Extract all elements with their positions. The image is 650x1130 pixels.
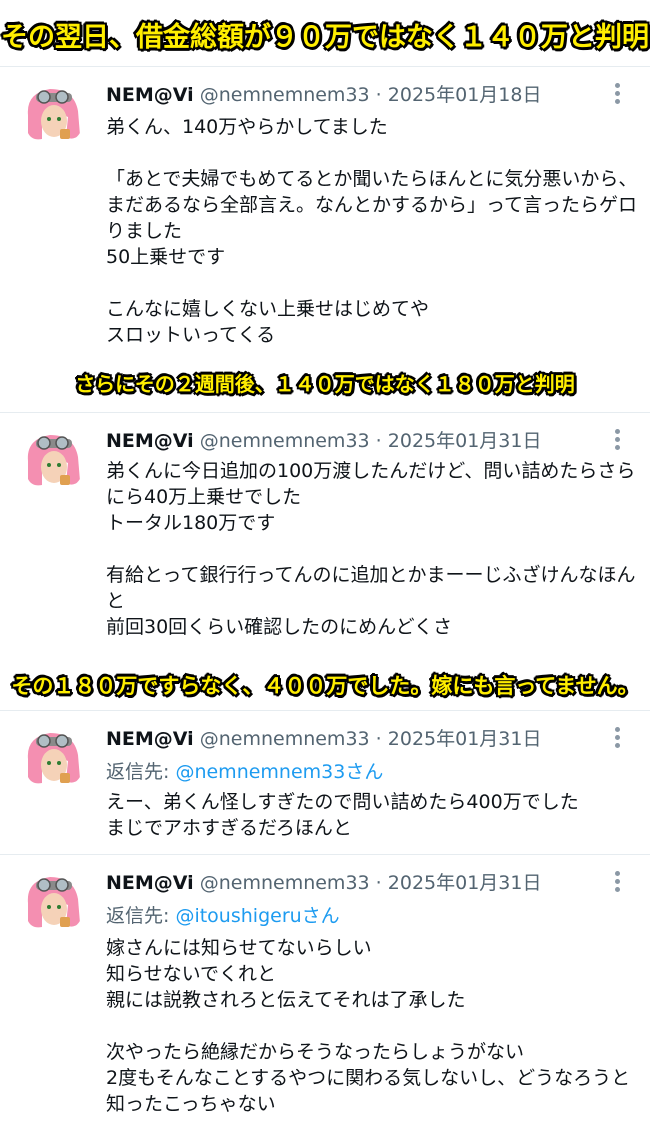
separator-dot: ·: [375, 430, 382, 452]
avatar-icon: [20, 427, 86, 493]
avatar-icon: [20, 81, 86, 147]
tweet-line: [106, 140, 626, 166]
tweet-line: 知らせないでくれと: [106, 963, 277, 985]
author-handle[interactable]: @nemnemnem33: [200, 84, 370, 106]
tweet-line: [106, 536, 626, 562]
more-dots-vertical-icon[interactable]: [614, 871, 620, 895]
tweet-line: と: [106, 590, 126, 612]
reply-to: 返信先: @nemnemnem33さん: [106, 759, 383, 785]
separator-dot: ·: [375, 728, 382, 750]
tweet-line: 知ったこっちゃない: [106, 1093, 276, 1115]
tweet-date[interactable]: 2025年01月31日: [388, 872, 542, 894]
tweet-line: スロットいってくる: [106, 324, 276, 346]
caption-1: その翌日、借金総額が９０万ではなく１４０万と判明: [1, 22, 649, 53]
reply-to: 返信先: @itoushigeruさん: [106, 903, 340, 929]
avatar[interactable]: [20, 869, 86, 935]
tweet-2[interactable]: NEM@Vi @nemnemnem33 · 2025年01月31日 弟くんに今日…: [0, 412, 650, 660]
tweet-line: 弟くんに今日追加の100万渡したんだけど、問い詰めたらさら: [106, 460, 636, 482]
caption-3: その１８０万ですらなく、４００万でした。嫁にも言ってません。: [11, 674, 639, 698]
separator-dot: ·: [375, 84, 382, 106]
tweet-text: 嫁さんには知らせてないらしい 知らせないでくれと 親には説教されろと伝えてそれは…: [106, 935, 631, 1117]
tweet-date[interactable]: 2025年01月31日: [388, 430, 542, 452]
author-name[interactable]: NEM@Vi: [106, 728, 194, 750]
tweet-line: えー、弟くん怪しすぎたので問い詰めたら400万でした: [106, 791, 579, 813]
tweet-line: りました: [106, 220, 183, 242]
tweet-line: まだあるなら全部言え。なんとかするから」って言ったらゲロ: [106, 194, 638, 216]
tweet-1[interactable]: NEM@Vi @nemnemnem33 · 2025年01月18日 弟くん、14…: [0, 66, 650, 362]
reply-prefix: 返信先:: [106, 761, 176, 783]
tweet-header: NEM@Vi @nemnemnem33 · 2025年01月31日: [106, 429, 541, 453]
tweet-line: 次やったら絶縁だからそうなったらしょうがない: [106, 1041, 525, 1063]
tweet-line: まじでアホすぎるだろほんと: [106, 817, 352, 839]
tweet-4[interactable]: NEM@Vi @nemnemnem33 · 2025年01月31日 返信先: @…: [0, 854, 650, 1130]
more-dots-vertical-icon[interactable]: [614, 429, 620, 453]
avatar[interactable]: [20, 427, 86, 493]
caption-2: さらにその２週間後、１４０万ではなく１８０万と判明: [75, 372, 575, 396]
reply-target-link[interactable]: @nemnemnem33さん: [175, 761, 383, 783]
tweet-line: [106, 270, 626, 296]
author-name[interactable]: NEM@Vi: [106, 872, 194, 894]
author-handle[interactable]: @nemnemnem33: [200, 430, 370, 452]
author-handle[interactable]: @nemnemnem33: [200, 872, 370, 894]
tweet-line: 弟くん、140万やらかしてました: [106, 116, 388, 138]
more-dots-vertical-icon[interactable]: [614, 727, 620, 751]
separator-dot: ·: [375, 872, 382, 894]
tweet-line: 50上乗せです: [106, 246, 226, 268]
tweet-line: [106, 1013, 626, 1039]
tweet-header: NEM@Vi @nemnemnem33 · 2025年01月18日: [106, 83, 541, 107]
tweet-text: 弟くんに今日追加の100万渡したんだけど、問い詰めたらさら にら40万上乗せでし…: [106, 458, 636, 640]
avatar-icon: [20, 725, 86, 791]
tweet-line: 前回30回くらい確認したのにめんどくさ: [106, 616, 453, 638]
tweet-line: トータル180万です: [106, 512, 276, 534]
tweet-3[interactable]: NEM@Vi @nemnemnem33 · 2025年01月31日 返信先: @…: [0, 710, 650, 854]
tweet-line: 2度もそんなことするやつに関わる気しないし、どうなろうと: [106, 1067, 631, 1089]
author-handle[interactable]: @nemnemnem33: [200, 728, 370, 750]
tweet-line: 親には説教されろと伝えてそれは了承した: [106, 989, 466, 1011]
tweet-line: 有給とって銀行行ってんのに追加とかまーーじふざけんなほん: [106, 564, 636, 586]
tweet-text: えー、弟くん怪しすぎたので問い詰めたら400万でした まじでアホすぎるだろほんと: [106, 789, 626, 841]
tweet-date[interactable]: 2025年01月31日: [388, 728, 542, 750]
reply-target-link[interactable]: @itoushigeruさん: [175, 905, 339, 927]
tweet-date[interactable]: 2025年01月18日: [388, 84, 542, 106]
tweet-line: こんなに嬉しくない上乗せはじめてや: [106, 298, 430, 320]
tweet-line: 嫁さんには知らせてないらしい: [106, 937, 372, 959]
avatar-icon: [20, 869, 86, 935]
avatar[interactable]: [20, 725, 86, 791]
author-name[interactable]: NEM@Vi: [106, 430, 194, 452]
reply-prefix: 返信先:: [106, 905, 176, 927]
author-name[interactable]: NEM@Vi: [106, 84, 194, 106]
avatar[interactable]: [20, 81, 86, 147]
tweet-header: NEM@Vi @nemnemnem33 · 2025年01月31日: [106, 871, 541, 895]
more-dots-vertical-icon[interactable]: [614, 83, 620, 107]
tweet-text: 弟くん、140万やらかしてました 「あとで夫婦でもめてるとか聞いたらほんとに気分…: [106, 114, 638, 348]
tweet-line: 「あとで夫婦でもめてるとか聞いたらほんとに気分悪いから、: [106, 168, 638, 190]
tweet-header: NEM@Vi @nemnemnem33 · 2025年01月31日: [106, 727, 541, 751]
tweet-line: にら40万上乗せでした: [106, 486, 302, 508]
